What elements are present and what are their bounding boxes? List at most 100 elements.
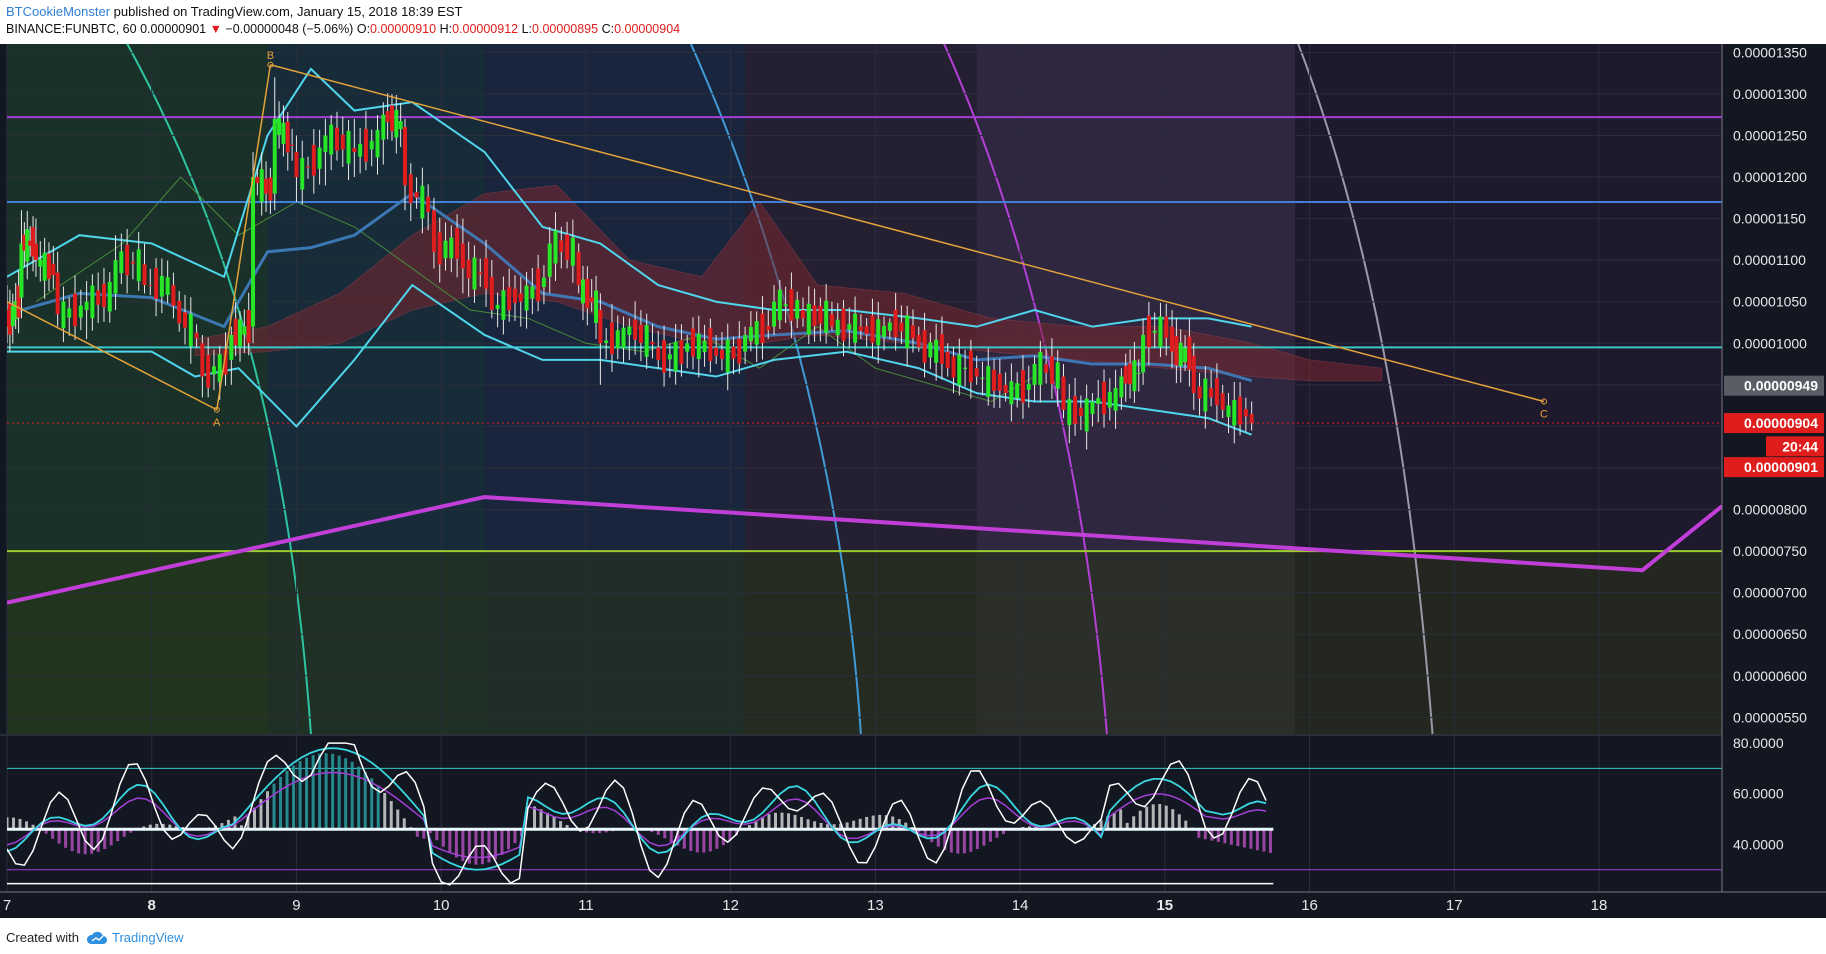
- candle-41-body: [206, 354, 211, 388]
- osc-hist-43: [285, 770, 289, 830]
- osc-hist-106: [695, 829, 699, 853]
- candle-212-body: [1152, 330, 1157, 333]
- osc-hist-77: [506, 829, 510, 850]
- candle-66-body: [329, 124, 334, 155]
- candle-89-body: [455, 227, 460, 259]
- candle-121-body: [633, 319, 638, 340]
- osc-hist-118: [773, 812, 777, 830]
- candle-153-body: [818, 306, 823, 324]
- candle-204-body: [1113, 388, 1118, 411]
- osc-hist-133: [871, 815, 875, 830]
- candle-87-body: [443, 240, 448, 259]
- osc-hist-47: [311, 755, 315, 830]
- candle-83-body: [420, 185, 425, 219]
- osc-hist-193: [1262, 829, 1266, 852]
- osc-hist-58: [383, 792, 387, 830]
- candle-130-body: [685, 343, 690, 352]
- candle-106-body: [553, 230, 558, 264]
- candle-140-body: [743, 334, 748, 352]
- osc-hist-83: [546, 812, 550, 830]
- osc-hist-53: [350, 761, 354, 830]
- candle-36-body: [177, 300, 182, 324]
- osc-hist-54: [357, 766, 361, 830]
- candle-52-body: [259, 169, 264, 202]
- symbol-info: BINANCE:FUNBTC, 60 0.00000901 ▼ −0.00000…: [6, 22, 680, 36]
- tradingview-logo[interactable]: TradingView: [86, 930, 184, 945]
- candle-42-body: [211, 366, 216, 375]
- candle-223-body: [1209, 388, 1214, 398]
- candle-97-body: [501, 290, 506, 320]
- candle-76-body: [385, 111, 390, 123]
- time-label-10: 10: [433, 897, 450, 914]
- time-label-9: 9: [292, 897, 300, 914]
- candle-134-body: [708, 328, 713, 362]
- price-tick-label-1: 0.00001300: [1733, 86, 1807, 102]
- osc-hist-176: [1151, 804, 1155, 830]
- candle-201-body: [1096, 398, 1101, 404]
- price-tick-label-8: 0.00000800: [1733, 502, 1807, 518]
- candle-213-body: [1158, 316, 1163, 347]
- candle-112-body: [585, 278, 590, 309]
- candle-167-body: [899, 322, 904, 332]
- candle-37-body: [183, 312, 188, 328]
- candle-147-body: [783, 304, 788, 307]
- candle-220-body: [1191, 355, 1196, 394]
- candle-215-body: [1170, 326, 1175, 352]
- published-text: published on TradingView.com, January 15…: [113, 4, 463, 19]
- candle-205-body: [1119, 376, 1124, 398]
- time-label-16: 16: [1301, 897, 1318, 914]
- osc-hist-13: [90, 829, 94, 854]
- candle-18-body: [73, 293, 78, 327]
- candle-86-body: [437, 232, 442, 265]
- candle-73-body: [369, 140, 374, 150]
- candle-185-body: [1003, 384, 1008, 394]
- candle-224-body: [1214, 378, 1219, 406]
- price-change: −0.00000048 (−5.06%): [225, 22, 354, 36]
- candle-159-body: [853, 313, 858, 343]
- publish-info: BTCookieMonster published on TradingView…: [6, 4, 463, 19]
- osc-hist-146: [956, 829, 960, 854]
- candle-219-body: [1187, 336, 1192, 370]
- author-link[interactable]: BTCookieMonster: [6, 4, 110, 19]
- candle-10-body: [33, 243, 38, 261]
- candle-157-body: [841, 308, 846, 342]
- candle-81-body: [408, 174, 413, 204]
- candle-137-body: [725, 339, 730, 373]
- candle-67-body: [334, 127, 339, 151]
- candle-47-body: [238, 319, 243, 347]
- candle-58-body: [285, 121, 290, 153]
- candle-183-body: [992, 369, 997, 391]
- point-label-C: C: [1540, 408, 1548, 420]
- candle-143-body: [760, 313, 765, 344]
- osc-hist-119: [780, 812, 784, 830]
- osc-hist-41: [272, 783, 276, 830]
- down-arrow-icon: ▼: [209, 22, 222, 36]
- candle-227-body: [1232, 400, 1237, 426]
- osc-hist-177: [1158, 803, 1162, 830]
- candle-96-body: [495, 304, 500, 310]
- candle-17-body: [67, 308, 72, 318]
- osc-hist-48: [318, 753, 322, 830]
- candle-209-body: [1136, 372, 1141, 374]
- candle-193-body: [1049, 356, 1054, 384]
- candle-123-body: [644, 324, 649, 357]
- osc-hist-194: [1268, 829, 1272, 853]
- tradingview-brand: TradingView: [112, 930, 184, 945]
- candle-21-body: [90, 285, 95, 319]
- candle-196-body: [1067, 399, 1072, 425]
- candle-177-body: [957, 354, 962, 386]
- osc-hist-40: [266, 791, 270, 830]
- price-chart[interactable]: A B C 0.00001350 0.00001300 0.00001250 0.0000…: [0, 44, 1826, 918]
- osc-hist-52: [344, 758, 348, 830]
- osc-hist-8: [57, 829, 61, 844]
- candle-85-body: [431, 210, 436, 252]
- candle-64-body: [317, 147, 322, 169]
- candle-94-body: [484, 258, 489, 289]
- candle-203-body: [1107, 392, 1112, 408]
- osc-hist-145: [949, 829, 953, 853]
- price-tick-label-3: 0.00001200: [1733, 169, 1807, 185]
- candle-230-body: [1249, 413, 1254, 424]
- osc-hist-11: [77, 829, 81, 854]
- time-label-12: 12: [722, 897, 739, 914]
- candle-107-body: [559, 240, 564, 252]
